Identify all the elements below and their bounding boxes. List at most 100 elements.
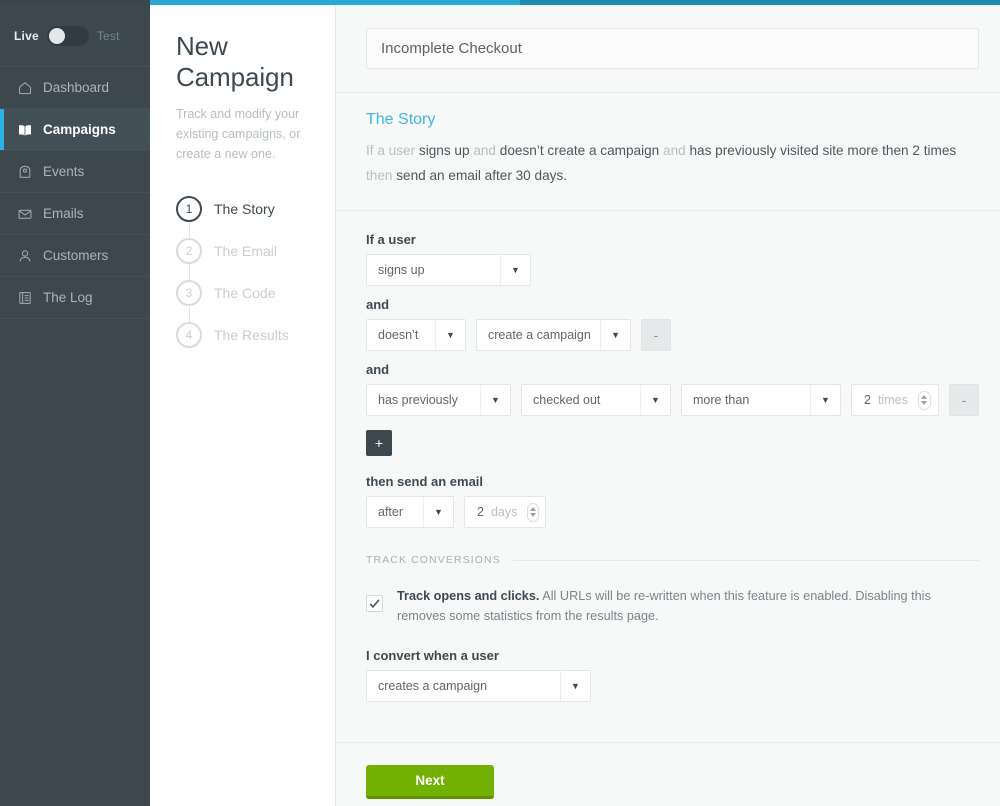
envelope-icon — [17, 206, 33, 222]
chevron-down-icon: ▼ — [480, 385, 510, 415]
story-heading: The Story — [366, 111, 979, 129]
step-item-the-code[interactable]: 3 The Code — [176, 272, 311, 314]
condition1-negate-select[interactable]: doesn’t ▼ — [366, 319, 466, 351]
step-item-the-story[interactable]: 1 The Story — [176, 188, 311, 230]
condition2-comparator-select[interactable]: more than ▼ — [681, 384, 841, 416]
step-number-bubble: 3 — [176, 280, 202, 306]
story-part: If a user — [366, 143, 419, 158]
trigger-select-value: signs up — [367, 263, 500, 277]
stepper-arrows-icon[interactable] — [918, 391, 931, 410]
convert-when-label: I convert when a user — [366, 648, 979, 663]
story-part: send an email after 30 days. — [396, 168, 567, 183]
then-send-email-label: then send an email — [366, 474, 979, 489]
condition2-count-stepper[interactable]: 2 times — [851, 384, 939, 416]
if-a-user-label: If a user — [366, 232, 979, 247]
story-part: has previously visited site more then 2 … — [689, 143, 956, 158]
condition2-action-select[interactable]: checked out ▼ — [521, 384, 671, 416]
divider-line — [513, 560, 979, 561]
app-root: Live Test Dashboard — [0, 0, 1000, 806]
condition2-count-value: 2 — [864, 393, 871, 407]
delay-timing-value: after — [367, 505, 423, 519]
add-condition-button[interactable]: + — [366, 430, 392, 456]
next-button[interactable]: Next — [366, 765, 494, 799]
sidebar-item-emails[interactable]: Emails — [0, 193, 150, 235]
track-opens-clicks-description: Track opens and clicks. All URLs will be… — [397, 586, 977, 626]
sidebar-item-the-log[interactable]: The Log — [0, 277, 150, 319]
step-number-bubble: 1 — [176, 196, 202, 222]
trigger-row: signs up ▼ — [366, 254, 979, 286]
story-part: and — [473, 143, 499, 158]
step-label: The Code — [214, 285, 275, 301]
book-icon — [17, 122, 33, 138]
top-accent-mid — [150, 0, 520, 5]
convert-event-block: I convert when a user creates a campaign… — [366, 648, 979, 726]
chevron-down-icon: ▼ — [560, 671, 590, 701]
page-subtitle: Track and modify your existing campaigns… — [176, 104, 311, 164]
sidebar-item-campaigns[interactable]: Campaigns — [0, 109, 150, 151]
chevron-down-icon: ▼ — [500, 255, 530, 285]
sidebar-item-dashboard[interactable]: Dashboard — [0, 67, 150, 109]
condition2-comparator-value: more than — [682, 393, 810, 407]
story-part: signs up — [419, 143, 473, 158]
story-part: then — [366, 168, 396, 183]
track-opens-clicks-strong: Track opens and clicks. — [397, 589, 539, 603]
step-label: The Results — [214, 327, 289, 343]
delay-amount-unit: days — [491, 505, 517, 519]
top-accent-bar — [0, 0, 1000, 5]
sidebar-item-label: Dashboard — [43, 81, 109, 95]
top-accent-right — [520, 0, 1000, 5]
tag-icon — [17, 164, 33, 180]
campaign-name-input[interactable] — [366, 28, 979, 69]
mode-toggle-live-label: Live — [14, 29, 39, 43]
convert-event-select[interactable]: creates a campaign ▼ — [366, 670, 591, 702]
sidebar-item-label: Campaigns — [43, 123, 116, 137]
step-list: 1 The Story 2 The Email 3 The Code 4 The… — [176, 188, 311, 356]
stepper-arrows-icon[interactable] — [527, 503, 539, 522]
story-part: and — [663, 143, 689, 158]
sidebar-item-events[interactable]: Events — [0, 151, 150, 193]
story-sentence: If a user signs up and doesn’t create a … — [366, 138, 966, 188]
story-summary-section: The Story If a user signs up and doesn’t… — [336, 93, 1000, 211]
sidebar-item-label: Emails — [43, 207, 84, 221]
track-conversions-divider: TRACK CONVERSIONS — [366, 554, 979, 566]
step-item-the-email[interactable]: 2 The Email — [176, 230, 311, 272]
mode-toggle-row[interactable]: Live Test — [0, 5, 150, 67]
sidebar-item-customers[interactable]: Customers — [0, 235, 150, 277]
condition1-action-value: create a campaign — [477, 328, 600, 342]
chevron-down-icon: ▼ — [600, 320, 630, 350]
user-icon — [17, 248, 33, 264]
step-label: The Email — [214, 243, 277, 259]
remove-condition-2-button[interactable]: - — [949, 384, 979, 416]
delay-amount-stepper[interactable]: 2 days — [464, 496, 546, 528]
chevron-down-icon: ▼ — [435, 320, 465, 350]
top-accent-left — [0, 0, 150, 5]
sidebar-item-label: The Log — [43, 291, 93, 305]
condition2-qualifier-select[interactable]: has previously ▼ — [366, 384, 511, 416]
conjunction-label-1: and — [366, 297, 979, 312]
condition-row-1: doesn’t ▼ create a campaign ▼ - — [366, 319, 979, 351]
delay-row: after ▼ 2 days — [366, 496, 979, 528]
home-icon — [17, 80, 33, 96]
condition2-qualifier-value: has previously — [367, 393, 480, 407]
mode-toggle-test-label: Test — [97, 29, 120, 43]
trigger-select[interactable]: signs up ▼ — [366, 254, 531, 286]
chevron-down-icon: ▼ — [810, 385, 840, 415]
wizard-footer: Next — [336, 742, 1000, 799]
chevron-down-icon: ▼ — [640, 385, 670, 415]
step-number-bubble: 2 — [176, 238, 202, 264]
main-content: The Story If a user signs up and doesn’t… — [336, 0, 1000, 806]
wizard-step-column: New Campaign Track and modify your exist… — [150, 0, 336, 806]
step-item-the-results[interactable]: 4 The Results — [176, 314, 311, 356]
sidebar-item-label: Customers — [43, 249, 108, 263]
remove-condition-1-button[interactable]: - — [641, 319, 671, 351]
condition1-action-select[interactable]: create a campaign ▼ — [476, 319, 631, 351]
track-opens-clicks-checkbox[interactable] — [366, 595, 383, 612]
condition2-action-value: checked out — [522, 393, 640, 407]
sidebar-item-label: Events — [43, 165, 84, 179]
mode-toggle-switch[interactable] — [47, 26, 89, 46]
condition1-negate-value: doesn’t — [367, 328, 435, 342]
step-number-bubble: 4 — [176, 322, 202, 348]
delay-timing-select[interactable]: after ▼ — [366, 496, 454, 528]
convert-event-value: creates a campaign — [367, 679, 560, 693]
story-part: doesn’t create a campaign — [500, 143, 663, 158]
